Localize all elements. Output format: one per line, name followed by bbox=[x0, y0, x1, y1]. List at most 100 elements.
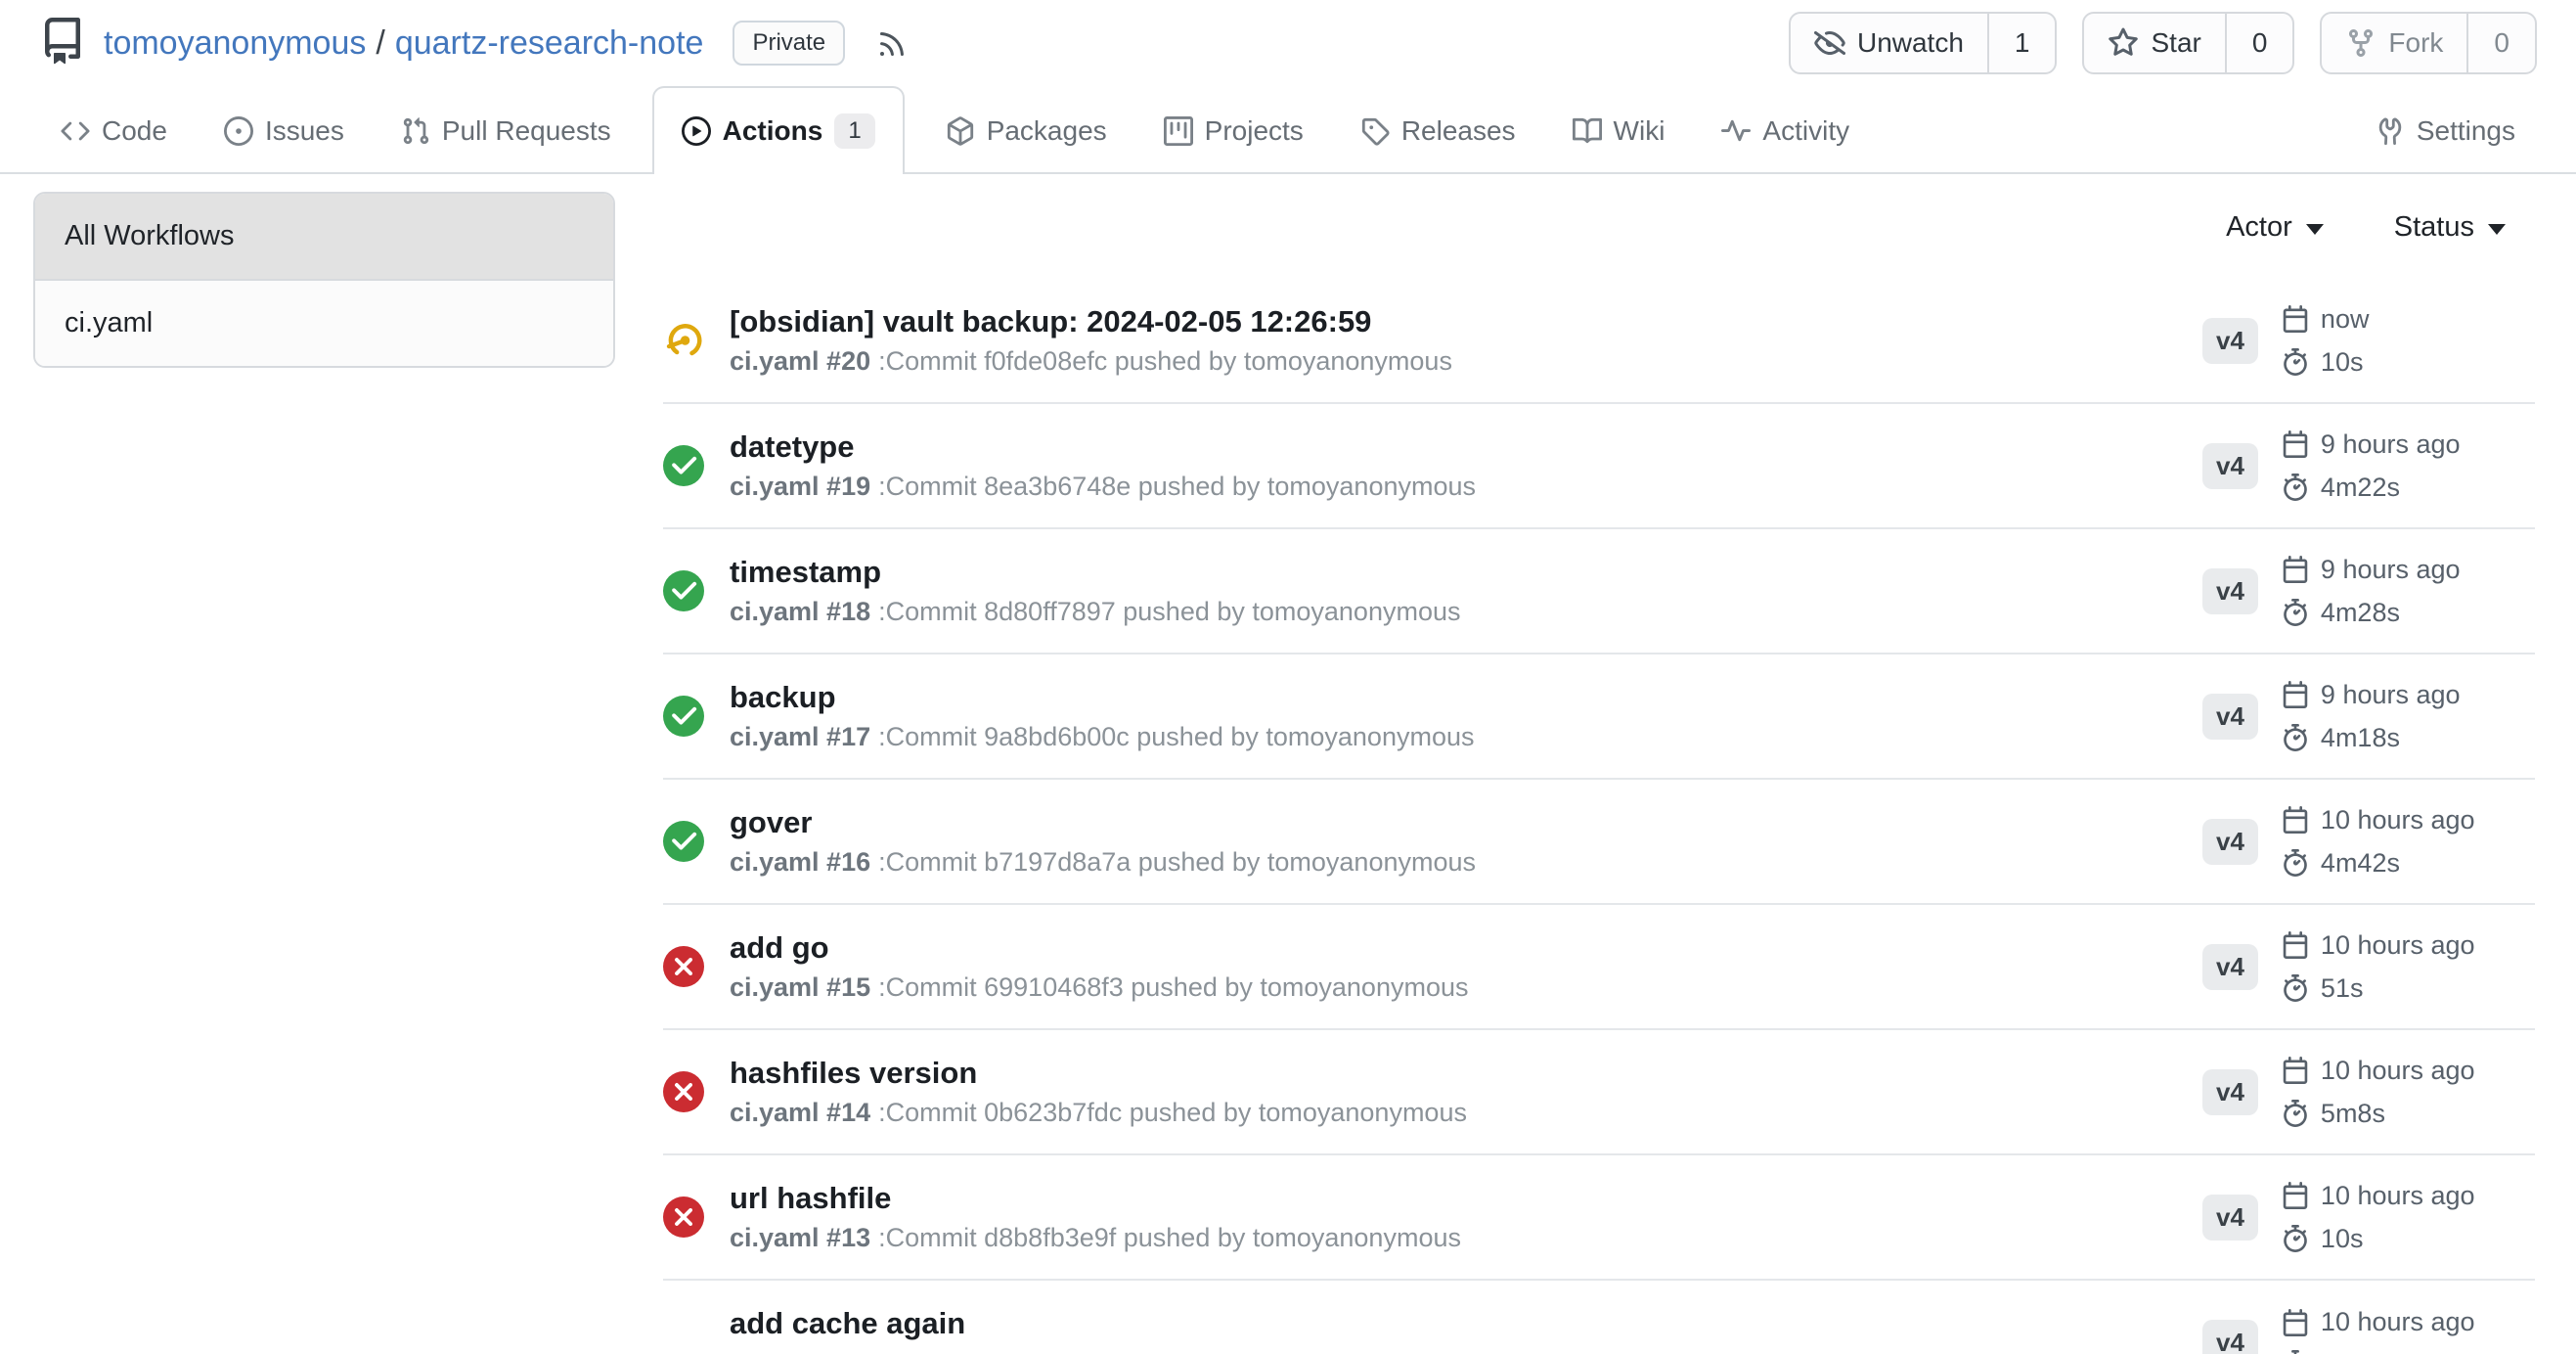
run-time-text: 10 hours ago bbox=[2321, 1056, 2475, 1086]
run-title-link[interactable]: add cache again bbox=[730, 1306, 2202, 1341]
fork-button[interactable]: Fork 0 bbox=[2320, 12, 2537, 74]
tag-icon bbox=[1360, 116, 1390, 146]
status-filter-dropdown[interactable]: Status bbox=[2394, 211, 2506, 244]
repo-owner-link[interactable]: tomoyanonymous bbox=[104, 24, 366, 63]
runner-version-badge: v4 bbox=[2202, 819, 2258, 865]
tab-code[interactable]: Code bbox=[45, 90, 183, 172]
chevron-down-icon bbox=[2488, 224, 2506, 235]
run-title-link[interactable]: add go bbox=[730, 930, 2202, 966]
watch-count[interactable]: 1 bbox=[1987, 14, 2056, 72]
run-time: 10 hours ago bbox=[2282, 805, 2475, 835]
actions-count-badge: 1 bbox=[834, 113, 874, 149]
run-duration: 4m18s bbox=[2282, 723, 2461, 753]
rss-icon[interactable] bbox=[863, 23, 908, 65]
run-commit-text: :Commit 69910468f3 pushed by tomoyanonym… bbox=[878, 972, 1468, 1002]
tab-settings[interactable]: Settings bbox=[2360, 90, 2531, 172]
success-check-icon bbox=[663, 696, 704, 737]
run-duration: 4m42s bbox=[2282, 848, 2475, 879]
tab-activity[interactable]: Activity bbox=[1706, 90, 1865, 172]
run-title-link[interactable]: backup bbox=[730, 680, 2202, 715]
run-time-text: 10 hours ago bbox=[2321, 805, 2475, 835]
failure-x-icon bbox=[663, 946, 704, 987]
run-meta: v4 10 hours ago 10s bbox=[2202, 1181, 2535, 1254]
tab-pull-requests[interactable]: Pull Requests bbox=[385, 90, 627, 172]
tab-projects[interactable]: Projects bbox=[1148, 90, 1319, 172]
runner-version-badge: v4 bbox=[2202, 318, 2258, 364]
tab-issues[interactable]: Issues bbox=[208, 90, 360, 172]
run-title-link[interactable]: [obsidian] vault backup: 2024-02-05 12:2… bbox=[730, 304, 2202, 339]
run-subtitle: ci.yaml #14:Commit 0b623b7fdc pushed by … bbox=[730, 1098, 2202, 1128]
run-duration-text: 4m18s bbox=[2321, 723, 2400, 753]
calendar-icon bbox=[2282, 1309, 2309, 1336]
runner-version-badge: v4 bbox=[2202, 1069, 2258, 1115]
sidebar-item-ci-yaml[interactable]: ci.yaml bbox=[35, 281, 613, 366]
stopwatch-icon bbox=[2282, 348, 2309, 376]
run-time-text: 10 hours ago bbox=[2321, 1307, 2475, 1337]
star-button[interactable]: Star 0 bbox=[2082, 12, 2294, 74]
run-subtitle: ci.yaml #16:Commit b7197d8a7a pushed by … bbox=[730, 847, 2202, 878]
run-filters: Actor Status bbox=[663, 211, 2506, 244]
tab-wiki[interactable]: Wiki bbox=[1557, 90, 1681, 172]
run-time-text: 9 hours ago bbox=[2321, 555, 2461, 585]
workflow-run-row: [obsidian] vault backup: 2024-02-05 12:2… bbox=[663, 279, 2535, 404]
tab-actions[interactable]: Actions 1 bbox=[652, 86, 905, 174]
run-time: 10 hours ago bbox=[2282, 1181, 2475, 1211]
run-title-link[interactable]: gover bbox=[730, 805, 2202, 840]
run-meta: v4 9 hours ago 4m22s bbox=[2202, 429, 2535, 503]
run-title-link[interactable]: url hashfile bbox=[730, 1181, 2202, 1216]
workflow-run-row: gover ci.yaml #16:Commit b7197d8a7a push… bbox=[663, 780, 2535, 905]
tab-code-label: Code bbox=[102, 115, 167, 147]
run-commit-text: :Commit 8d80ff7897 pushed by tomoyanonym… bbox=[878, 597, 1460, 626]
run-title-link[interactable]: timestamp bbox=[730, 555, 2202, 590]
tab-releases[interactable]: Releases bbox=[1345, 90, 1532, 172]
run-title-link[interactable]: hashfiles version bbox=[730, 1056, 2202, 1091]
run-workflow-ref: ci.yaml #20 bbox=[730, 346, 870, 376]
sidebar-item-all-workflows[interactable]: All Workflows bbox=[35, 194, 613, 281]
star-count[interactable]: 0 bbox=[2225, 14, 2293, 72]
workflow-run-row: datetype ci.yaml #19:Commit 8ea3b6748e p… bbox=[663, 404, 2535, 529]
runner-version-badge: v4 bbox=[2202, 443, 2258, 489]
repo-forked-icon bbox=[2345, 27, 2376, 59]
run-duration-text: 4m42s bbox=[2321, 848, 2400, 879]
run-time: now bbox=[2282, 304, 2370, 335]
run-meta: v4 10 hours ago 5m8s bbox=[2202, 1056, 2535, 1129]
status-filter-label: Status bbox=[2394, 211, 2474, 244]
tab-releases-label: Releases bbox=[1401, 115, 1516, 147]
repo-name-link[interactable]: quartz-research-note bbox=[395, 24, 704, 63]
calendar-icon bbox=[2282, 931, 2309, 959]
calendar-icon bbox=[2282, 556, 2309, 583]
run-subtitle bbox=[730, 1348, 2202, 1354]
run-subtitle: ci.yaml #13:Commit d8b8fb3e9f pushed by … bbox=[730, 1223, 2202, 1253]
run-title-link[interactable]: datetype bbox=[730, 429, 2202, 465]
run-workflow-ref: ci.yaml #13 bbox=[730, 1223, 870, 1252]
unwatch-label: Unwatch bbox=[1857, 27, 1964, 59]
run-commit-text: :Commit 0b623b7fdc pushed by tomoyanonym… bbox=[878, 1098, 1467, 1127]
run-time: 10 hours ago bbox=[2282, 930, 2475, 961]
run-subtitle: ci.yaml #19:Commit 8ea3b6748e pushed by … bbox=[730, 472, 2202, 502]
tools-icon bbox=[2376, 116, 2405, 146]
in-progress-icon bbox=[663, 320, 704, 361]
star-icon bbox=[2108, 27, 2139, 59]
calendar-icon bbox=[2282, 806, 2309, 834]
tab-packages[interactable]: Packages bbox=[930, 90, 1123, 172]
repo-tabbar: Code Issues Pull Requests Actions 1 Pack… bbox=[0, 86, 2576, 174]
unwatch-button[interactable]: Unwatch 1 bbox=[1789, 12, 2058, 74]
run-time: 9 hours ago bbox=[2282, 680, 2461, 710]
actor-filter-dropdown[interactable]: Actor bbox=[2226, 211, 2324, 244]
run-time-text: now bbox=[2321, 304, 2370, 335]
run-duration-text: 51s bbox=[2321, 973, 2364, 1004]
tab-pull-requests-label: Pull Requests bbox=[442, 115, 611, 147]
fork-count[interactable]: 0 bbox=[2466, 14, 2535, 72]
calendar-icon bbox=[2282, 1182, 2309, 1209]
run-meta: v4 10 hours ago bbox=[2202, 1307, 2535, 1354]
run-subtitle: ci.yaml #18:Commit 8d80ff7897 pushed by … bbox=[730, 597, 2202, 627]
run-duration-text: 5m8s bbox=[2321, 1099, 2385, 1129]
repo-book-icon bbox=[39, 18, 86, 69]
workflow-sidebar: All Workflows ci.yaml bbox=[33, 192, 615, 368]
run-duration: 5m8s bbox=[2282, 1099, 2475, 1129]
run-duration-text: 10s bbox=[2321, 347, 2364, 378]
runner-version-badge: v4 bbox=[2202, 1195, 2258, 1241]
star-label: Star bbox=[2151, 27, 2200, 59]
run-status-icon bbox=[663, 1196, 704, 1238]
git-pull-request-icon bbox=[401, 116, 430, 146]
